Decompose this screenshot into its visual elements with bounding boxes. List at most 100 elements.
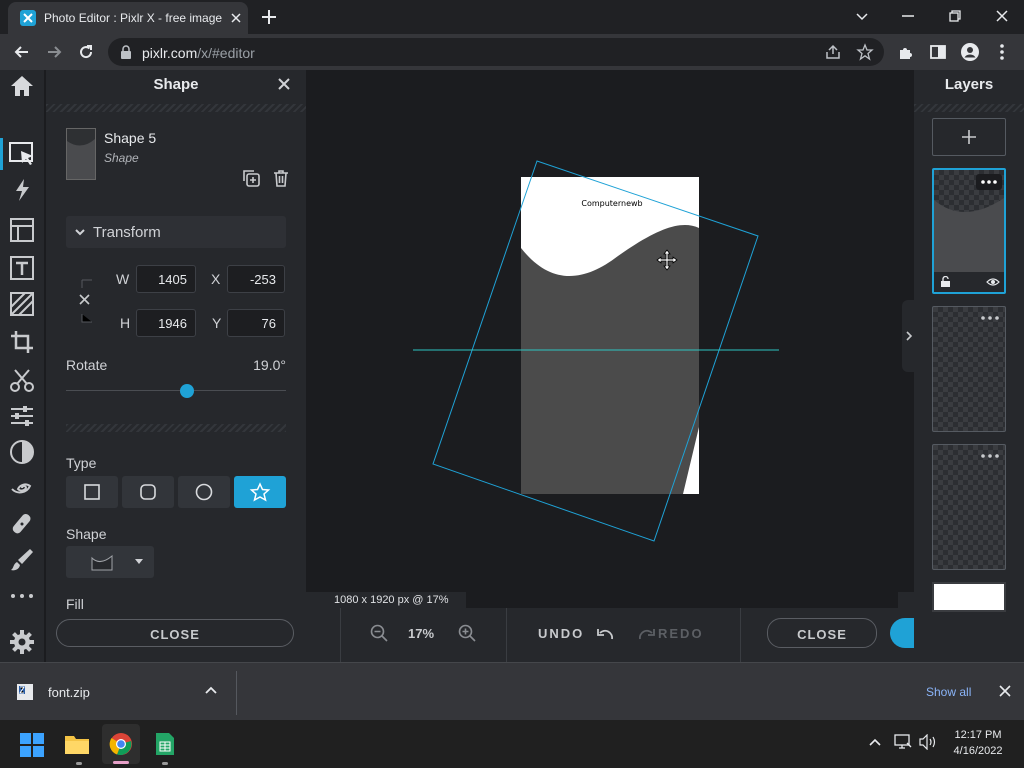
- new-tab-icon[interactable]: [260, 8, 278, 26]
- crop-tool-icon[interactable]: [8, 328, 36, 356]
- type-rounded-rectangle-button[interactable]: [122, 476, 174, 508]
- network-icon[interactable]: [894, 734, 912, 750]
- width-input[interactable]: 1405: [136, 265, 196, 293]
- undo-button[interactable]: UNDO: [538, 626, 618, 644]
- y-input[interactable]: 76: [227, 309, 285, 337]
- taskbar-indicator: [76, 762, 82, 765]
- tab-strip: Photo Editor : Pixlr X - free image: [0, 0, 1024, 34]
- zoom-in-icon[interactable]: [458, 624, 476, 642]
- x-input[interactable]: -253: [227, 265, 285, 293]
- zoom-out-icon[interactable]: [370, 624, 388, 642]
- aspect-link-icon[interactable]: [78, 278, 94, 324]
- home-icon[interactable]: [8, 72, 36, 100]
- tab-search-icon[interactable]: [852, 6, 872, 26]
- delete-trash-icon[interactable]: [271, 168, 291, 188]
- rotate-slider-thumb[interactable]: [180, 384, 194, 398]
- filter-tool-icon[interactable]: [8, 438, 36, 466]
- url-text[interactable]: pixlr.com/x/#editor: [142, 45, 255, 61]
- wave-shape-icon: [91, 554, 113, 571]
- browser-tab[interactable]: Photo Editor : Pixlr X - free image: [8, 2, 248, 34]
- show-all-link[interactable]: Show all: [926, 685, 971, 699]
- panel-close-button[interactable]: CLOSE: [56, 619, 294, 647]
- profile-avatar-icon[interactable]: [960, 42, 980, 62]
- watermark-text: Computernewb: [581, 199, 642, 208]
- download-file-name[interactable]: font.zip: [48, 685, 90, 700]
- circle-icon: [195, 483, 213, 501]
- layer-item-2[interactable]: [932, 306, 1006, 432]
- visibility-eye-icon[interactable]: [986, 277, 1000, 287]
- side-panel-icon[interactable]: [928, 42, 948, 62]
- layer-options-icon[interactable]: [976, 174, 1002, 190]
- pattern-tool-icon[interactable]: [8, 290, 36, 318]
- back-icon[interactable]: [12, 42, 32, 62]
- cutout-tool-icon[interactable]: [8, 366, 36, 394]
- download-menu-chevron-up-icon[interactable]: [204, 685, 218, 695]
- text-tool-icon[interactable]: [8, 254, 36, 282]
- height-input[interactable]: 1946: [136, 309, 196, 337]
- canvas-info: 1080 x 1920 px @ 17%: [306, 592, 466, 608]
- panel-close-icon[interactable]: [276, 76, 292, 92]
- canvas-corner: [898, 592, 914, 608]
- lock-icon[interactable]: [120, 45, 132, 59]
- adjust-tool-icon[interactable]: [8, 402, 36, 430]
- address-bar[interactable]: pixlr.com/x/#editor: [108, 38, 884, 66]
- extensions-icon[interactable]: [896, 42, 916, 62]
- undo-label: UNDO: [538, 626, 585, 641]
- type-custom-shape-button[interactable]: [234, 476, 286, 508]
- restore-icon[interactable]: [945, 6, 965, 26]
- plus-icon: [962, 130, 976, 144]
- chrome-taskbar-button[interactable]: [102, 724, 140, 764]
- window-close-icon[interactable]: [992, 6, 1012, 26]
- windows-start-icon[interactable]: [20, 733, 44, 757]
- type-rectangle-button[interactable]: [66, 476, 118, 508]
- zip-file-icon: [16, 683, 34, 701]
- download-bar-close-icon[interactable]: [998, 684, 1012, 698]
- editor-close-button[interactable]: CLOSE: [767, 618, 877, 648]
- canvas-drawing[interactable]: Computernewb: [306, 70, 914, 608]
- volume-icon[interactable]: [918, 734, 938, 750]
- clock-time[interactable]: 12:17 PM: [948, 729, 1008, 741]
- redo-icon: [639, 629, 655, 640]
- duplicate-icon[interactable]: [241, 168, 261, 188]
- liquify-tool-icon[interactable]: [8, 474, 36, 502]
- clock-date[interactable]: 4/16/2022: [948, 745, 1008, 757]
- forward-icon[interactable]: [44, 42, 64, 62]
- type-ellipse-button[interactable]: [178, 476, 230, 508]
- shape-dropdown[interactable]: [66, 546, 154, 578]
- auto-fix-icon[interactable]: [8, 176, 36, 204]
- y-label: Y: [212, 315, 222, 331]
- transform-section-header[interactable]: Transform: [66, 216, 286, 248]
- redo-button[interactable]: REDO: [638, 626, 718, 644]
- layer-item-3[interactable]: [932, 444, 1006, 570]
- share-icon[interactable]: [824, 43, 842, 61]
- layers-collapse-toggle[interactable]: [902, 300, 914, 372]
- layer-type: Shape: [104, 151, 139, 165]
- more-tools-icon[interactable]: [8, 582, 36, 610]
- add-layer-button[interactable]: [932, 118, 1006, 156]
- rotate-slider-track[interactable]: [66, 390, 286, 391]
- layout-icon[interactable]: [8, 216, 36, 244]
- brush-tool-icon[interactable]: [8, 546, 36, 574]
- file-explorer-icon[interactable]: [64, 732, 90, 756]
- minimize-icon[interactable]: [898, 6, 918, 26]
- layer-item-shape[interactable]: [932, 168, 1006, 294]
- settings-gear-icon[interactable]: [8, 628, 36, 656]
- layer-options-icon[interactable]: [979, 313, 1001, 323]
- bookmark-star-icon[interactable]: [856, 43, 874, 61]
- spreadsheet-app-icon[interactable]: [154, 732, 176, 756]
- chrome-menu-icon[interactable]: [992, 42, 1012, 62]
- arrange-tool-icon[interactable]: [0, 138, 36, 170]
- zoom-level[interactable]: 17%: [408, 626, 434, 641]
- pixlr-favicon-icon: [20, 10, 36, 26]
- lock-layer-icon[interactable]: [940, 276, 952, 288]
- canvas-area[interactable]: Computernewb 1080 x 1920 px @ 17%: [306, 70, 914, 608]
- tray-chevron-up-icon[interactable]: [868, 737, 882, 747]
- rotate-value: 19.0°: [253, 357, 286, 373]
- layer-options-icon[interactable]: [979, 451, 1001, 461]
- layer-item-background[interactable]: [932, 582, 1006, 612]
- download-bar: font.zip Show all: [0, 662, 1024, 720]
- reload-icon[interactable]: [76, 42, 96, 62]
- star-shape-icon: [249, 482, 271, 502]
- tab-close-icon[interactable]: [228, 10, 244, 26]
- healing-tool-icon[interactable]: [8, 510, 36, 538]
